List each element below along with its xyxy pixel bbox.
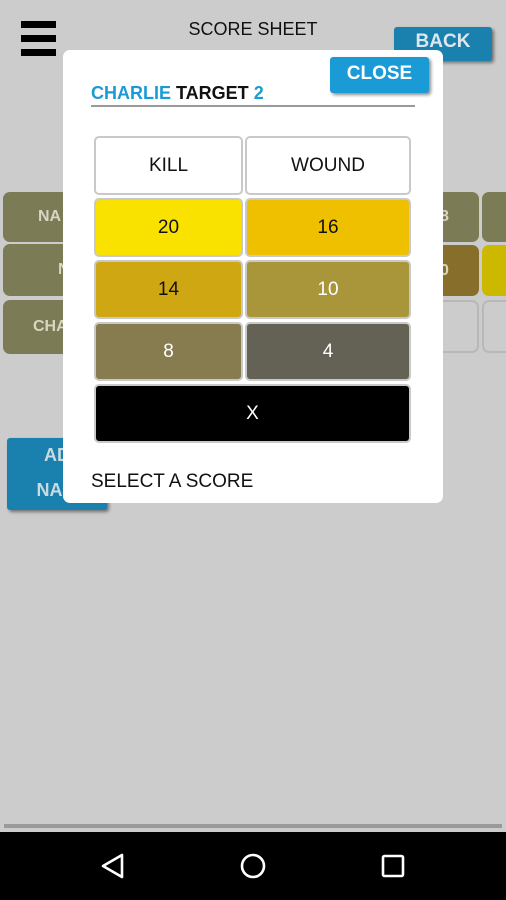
system-navbar bbox=[0, 832, 506, 900]
miss-button[interactable]: X bbox=[94, 384, 411, 443]
player-name: CHARLIE bbox=[91, 83, 171, 103]
bg-score-cell[interactable] bbox=[482, 300, 506, 353]
bg-score-cell[interactable] bbox=[482, 245, 506, 296]
target-number: 2 bbox=[253, 83, 264, 103]
recents-square-icon[interactable] bbox=[377, 850, 409, 882]
score-button-10[interactable]: 10 bbox=[245, 260, 411, 319]
column-header-kill: KILL bbox=[94, 136, 243, 195]
home-circle-icon[interactable] bbox=[237, 850, 269, 882]
divider bbox=[4, 824, 502, 828]
back-triangle-icon[interactable] bbox=[98, 850, 130, 882]
dialog-title: CHARLIE TARGET 2 bbox=[91, 83, 264, 104]
score-button-4[interactable]: 4 bbox=[245, 322, 411, 381]
score-button-8[interactable]: 8 bbox=[94, 322, 243, 381]
bg-score-cell[interactable] bbox=[482, 192, 506, 242]
status-text: SELECT A SCORE bbox=[91, 471, 254, 492]
target-label: TARGET bbox=[176, 83, 249, 103]
column-header-wound: WOUND bbox=[245, 136, 411, 195]
header-divider bbox=[91, 105, 415, 107]
score-button-16[interactable]: 16 bbox=[245, 198, 411, 257]
score-button-14[interactable]: 14 bbox=[94, 260, 243, 319]
score-button-20[interactable]: 20 bbox=[94, 198, 243, 257]
close-button[interactable]: CLOSE bbox=[330, 57, 429, 93]
score-dialog: CLOSE CHARLIE TARGET 2 KILL WOUND 20 16 … bbox=[63, 50, 443, 503]
